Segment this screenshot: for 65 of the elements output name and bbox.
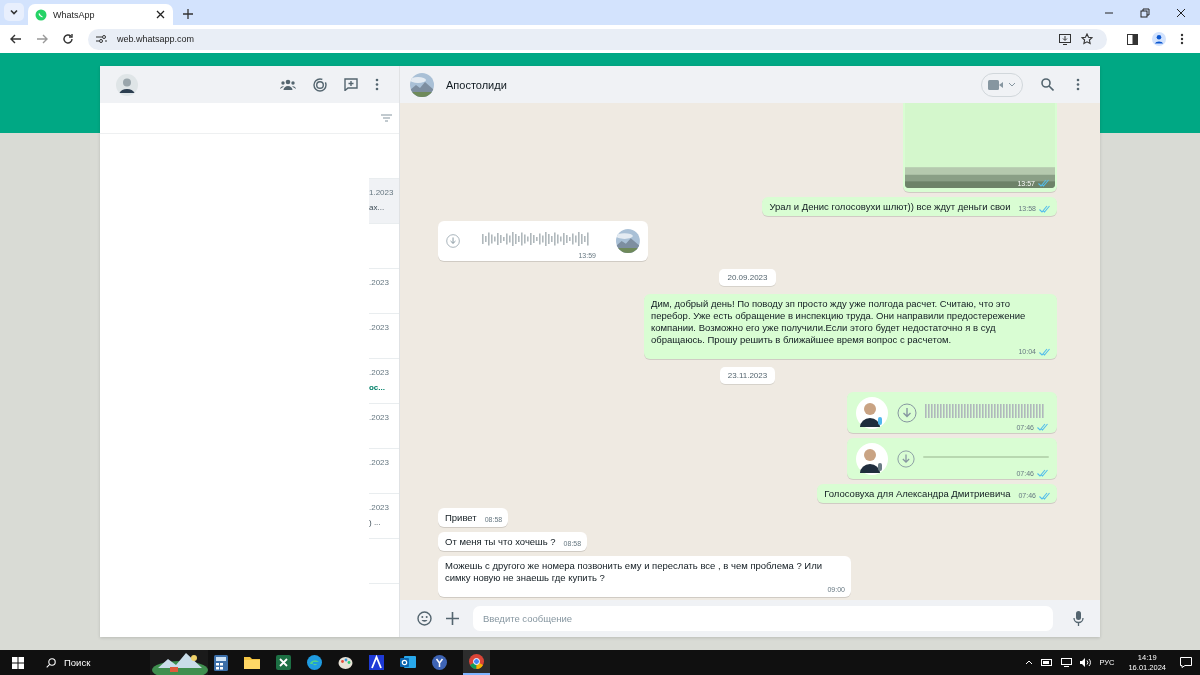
new-tab-icon[interactable] (183, 9, 193, 19)
date-chip: 20.09.2023 (719, 269, 776, 286)
close-icon[interactable] (1176, 8, 1186, 18)
paint-palette-icon[interactable] (338, 655, 353, 670)
avatar-icon (855, 441, 889, 476)
install-icon[interactable] (1059, 33, 1071, 45)
message-text: Урал и Денис голосовухи шлют)) все ждут деньги свои (769, 201, 1011, 213)
avatar-icon (855, 395, 889, 430)
download-icon[interactable] (897, 402, 917, 423)
message-text: Привет (445, 512, 477, 524)
message-text: Дим, добрый день! По поводу зп просто жду уже полгода расчет. Считаю, что это перебор. Уже есть обращение в инспекцию труда. Они направили предостережение компании. Возможно его уже получили.Если этого будет недостаточно я в суд обращаюсь. Прошу решить в ближайшее время вопрос с расчетом. (651, 298, 1027, 346)
windows-start-icon[interactable] (12, 656, 24, 669)
chat-list-item[interactable]: .2023 (369, 404, 399, 449)
chat-list-item[interactable]: .2023 ос... (369, 359, 399, 404)
battery-icon[interactable] (1041, 659, 1054, 666)
caret-icon[interactable] (9, 7, 19, 17)
chat-list-item[interactable]: .2023 ) ... (369, 494, 399, 539)
chat-list-item[interactable]: .2023 (369, 269, 399, 314)
address-field[interactable]: web.whatsapp.com (88, 28, 1107, 50)
folder-icon[interactable] (244, 656, 260, 669)
message-text: Голосовуха для Александра Дмитриевича (824, 488, 1011, 500)
browser-tab[interactable]: WhatsApp (28, 4, 173, 25)
communities-icon[interactable] (280, 78, 296, 91)
profile-icon[interactable] (1152, 32, 1166, 46)
speaker-icon[interactable] (1080, 658, 1092, 667)
browser-swirl-icon[interactable] (307, 655, 322, 670)
chat-list-item[interactable]: .2023 (369, 449, 399, 494)
reload-icon[interactable] (62, 33, 74, 45)
forward-icon[interactable] (36, 33, 48, 45)
attach-plus-icon[interactable] (446, 612, 459, 625)
chat-list-item[interactable]: .2023 (369, 314, 399, 359)
menu-icon[interactable] (1180, 33, 1184, 45)
menu-icon[interactable] (375, 78, 379, 91)
date-chip: 23.11.2023 (719, 367, 776, 384)
app-icon[interactable] (369, 655, 384, 670)
taskbar-search-field[interactable]: Поиск (24, 650, 134, 675)
avatar-icon[interactable] (116, 73, 138, 96)
chevron-up-icon[interactable] (1025, 660, 1034, 665)
message-input[interactable]: Введите сообщение (473, 606, 1053, 631)
restore-icon[interactable] (1140, 8, 1150, 18)
bookmark-star-icon[interactable] (1081, 33, 1093, 45)
notification-icon[interactable] (1180, 657, 1192, 668)
mail-app-icon[interactable] (400, 655, 416, 670)
contact-name[interactable]: Апостолиди (446, 78, 507, 91)
status-icon[interactable] (313, 77, 327, 92)
chrome-icon[interactable] (463, 650, 490, 675)
circle-app-icon[interactable] (432, 655, 447, 670)
site-settings-icon[interactable] (96, 34, 107, 44)
message-text: Можешь с другого же номера позвонить ему и переслать все , в чем проблема ? Или симку новую не знаешь где купить ? (445, 560, 823, 584)
chat-bubble-icon (35, 8, 47, 21)
tab-search-button[interactable] (4, 3, 24, 21)
search-icon[interactable] (46, 657, 56, 668)
message-text: От меня ты что хочешь ? (445, 536, 556, 548)
microphone-icon[interactable] (1073, 611, 1084, 626)
spreadsheet-icon[interactable] (276, 655, 291, 670)
new-chat-icon[interactable] (344, 78, 358, 91)
video-camera-icon[interactable] (988, 79, 1004, 90)
close-icon[interactable] (156, 10, 165, 19)
chat-list-item[interactable]: 1.2023 ах... (369, 179, 399, 224)
network-icon[interactable] (1061, 658, 1073, 667)
back-icon[interactable] (10, 33, 22, 45)
calculator-icon[interactable] (214, 654, 228, 671)
emoji-icon[interactable] (417, 611, 432, 626)
menu-icon[interactable] (1076, 78, 1080, 91)
side-panel-icon[interactable] (1127, 33, 1138, 45)
